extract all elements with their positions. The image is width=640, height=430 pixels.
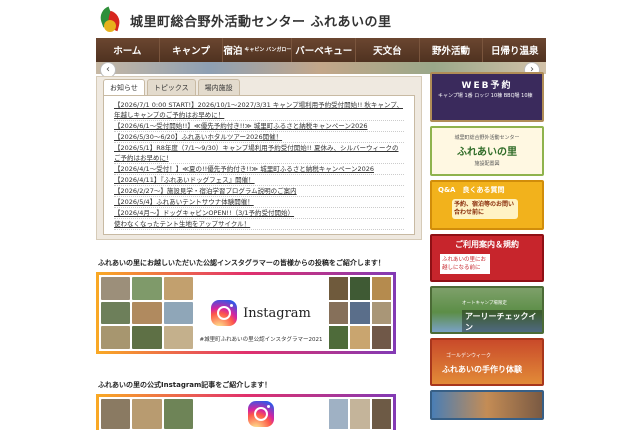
news-box: お知らせ トピックス 場内施設 【2026/7/1 0:00 START!】20…	[96, 76, 422, 240]
craft-banner[interactable]: ゴールデンウィーク ふれあいの手作り体験	[430, 338, 544, 386]
craft-title: ふれあいの手作り体験	[442, 365, 522, 374]
instagram-influencer-banner[interactable]: Instagram #城里町ふれあいの里公認インスタグラマー2021	[96, 272, 396, 354]
news-item[interactable]: 【2026/4月～】ドッグキャビンOPEN!!（3/1予約受付開始）	[114, 208, 404, 219]
photo-grid-left	[99, 397, 195, 430]
facility-map-bottom: 施設配置図	[474, 161, 500, 167]
sidebar-banner-photo[interactable]	[430, 390, 544, 420]
news-tabs: お知らせ トピックス 場内施設	[103, 79, 242, 96]
news-item[interactable]: 【2026/4/11】『ふれあいドッグフェス』開催！	[114, 175, 404, 186]
page: 城里町総合野外活動センター ふれあいの里 ホーム キャンプ 宿泊 キャビン バンガ…	[0, 0, 640, 430]
faq-banner[interactable]: Q&A 良くある質問 予約、宿泊等のお問い合わせ前に	[430, 180, 544, 230]
instagram-official-banner[interactable]	[96, 394, 396, 430]
photo-grid-right	[327, 275, 393, 351]
facility-map-main: ふれあいの里	[457, 147, 517, 158]
news-item[interactable]: 【2026/5/30～6/20】ふれあいホタルツアー2026開催！	[114, 132, 404, 143]
instagram-hashtag: #城里町ふれあいの里公認インスタグラマー2021	[199, 337, 323, 343]
tab-facilities[interactable]: 場内施設	[197, 79, 240, 96]
instagram-center: Instagram #城里町ふれあいの里公認インスタグラマー2021	[195, 275, 327, 351]
web-reservation-sub: キャンプ場 1番 ロッジ 10棟 BBQ場 10棟	[438, 93, 533, 99]
photo-grid-left	[99, 275, 195, 351]
usage-guide-sub: ふれあいの里にお越しになる前に	[440, 254, 490, 274]
tab-news[interactable]: お知らせ	[103, 79, 145, 96]
instagram-wordmark: Instagram	[243, 305, 311, 321]
early-checkin-sub: オートキャンプ場限定	[462, 301, 507, 306]
site-logo-icon[interactable]	[96, 6, 124, 34]
news-item[interactable]: 使わなくなったテント生地をアップサイクル！	[114, 219, 404, 230]
nav-camp[interactable]: キャンプ	[159, 38, 224, 62]
nav-lodging-sub: キャビン バンガロー	[244, 47, 292, 53]
site-title[interactable]: 城里町総合野外活動センター ふれあいの里	[130, 11, 392, 30]
instagram-official-heading: ふれあいの里の公式Instagram記事をご紹介します！	[98, 381, 272, 389]
tab-topics[interactable]: トピックス	[146, 79, 196, 96]
facility-map-top: 城里町総合野外活動センター	[454, 135, 520, 141]
instagram-logo-icon	[211, 300, 238, 326]
faq-sub: 予約、宿泊等のお問い合わせ前に	[452, 199, 518, 219]
news-list: 【2026/7/1 0:00 START!】2026/10/1～2027/3/3…	[103, 95, 415, 235]
news-item[interactable]: 【2026/2/27～】施設見学・宿泊学習プログラム説明のご案内	[114, 186, 404, 197]
early-checkin-title: アーリーチェックイン	[462, 310, 542, 332]
usage-guide-title: ご利用案内＆規約	[455, 240, 519, 249]
web-reservation-title: WEB予約	[461, 81, 513, 91]
sidebar: WEB予約 キャンプ場 1番 ロッジ 10棟 BBQ場 10棟 城里町総合野外活…	[430, 72, 544, 424]
nav-bbq[interactable]: バーベキュー	[292, 38, 357, 62]
news-item[interactable]: 【2026/5/4】ふれあいテントサウナ体験開催！	[114, 197, 404, 208]
site-header: 城里町総合野外活動センター ふれあいの里	[96, 4, 546, 36]
nav-home[interactable]: ホーム	[96, 38, 160, 62]
instagram-influencer-heading: ふれあいの里にお越しいただいた公認インスタグラマーの皆様からの投稿をご紹介します…	[98, 259, 385, 267]
instagram-center	[195, 397, 327, 430]
photo-grid-right	[327, 397, 393, 430]
instagram-logo-icon	[248, 401, 274, 427]
nav-onsen[interactable]: 日帰り温泉	[483, 38, 547, 62]
nav-lodging[interactable]: 宿泊 キャビン バンガロー	[223, 38, 293, 62]
usage-guide-banner[interactable]: ご利用案内＆規約 ふれあいの里にお越しになる前に	[430, 234, 544, 282]
nav-observatory[interactable]: 天文台	[356, 38, 420, 62]
nav-outdoor[interactable]: 野外活動	[419, 38, 484, 62]
news-item[interactable]: 【2026/7/1 0:00 START!】2026/10/1～2027/3/3…	[114, 100, 404, 121]
faq-title: Q&A 良くある質問	[438, 186, 505, 194]
news-item[interactable]: 【2026/6/1～受付開始!!】≪優先予約付き!!≫ 城里町ふるさと納税キャン…	[114, 121, 404, 132]
early-checkin-banner[interactable]: オートキャンプ場限定 アーリーチェックイン	[430, 286, 544, 334]
news-item[interactable]: 【2026/4/1～受付！】≪夏の!!優先予約付き!!≫ 城里町ふるさと納税キャ…	[114, 164, 404, 175]
web-reservation-banner[interactable]: WEB予約 キャンプ場 1番 ロッジ 10棟 BBQ場 10棟	[430, 72, 544, 122]
news-item[interactable]: 【2026/5/1】R8年度（7/1～9/30）キャンプ場利用予約受付開始!! …	[114, 143, 404, 164]
facility-map-banner[interactable]: 城里町総合野外活動センター ふれあいの里 施設配置図	[430, 126, 544, 176]
main-nav: ホーム キャンプ 宿泊 キャビン バンガロー バーベキュー 天文台 野外活動 日帰…	[96, 38, 547, 62]
craft-sub: ゴールデンウィーク	[446, 353, 492, 359]
